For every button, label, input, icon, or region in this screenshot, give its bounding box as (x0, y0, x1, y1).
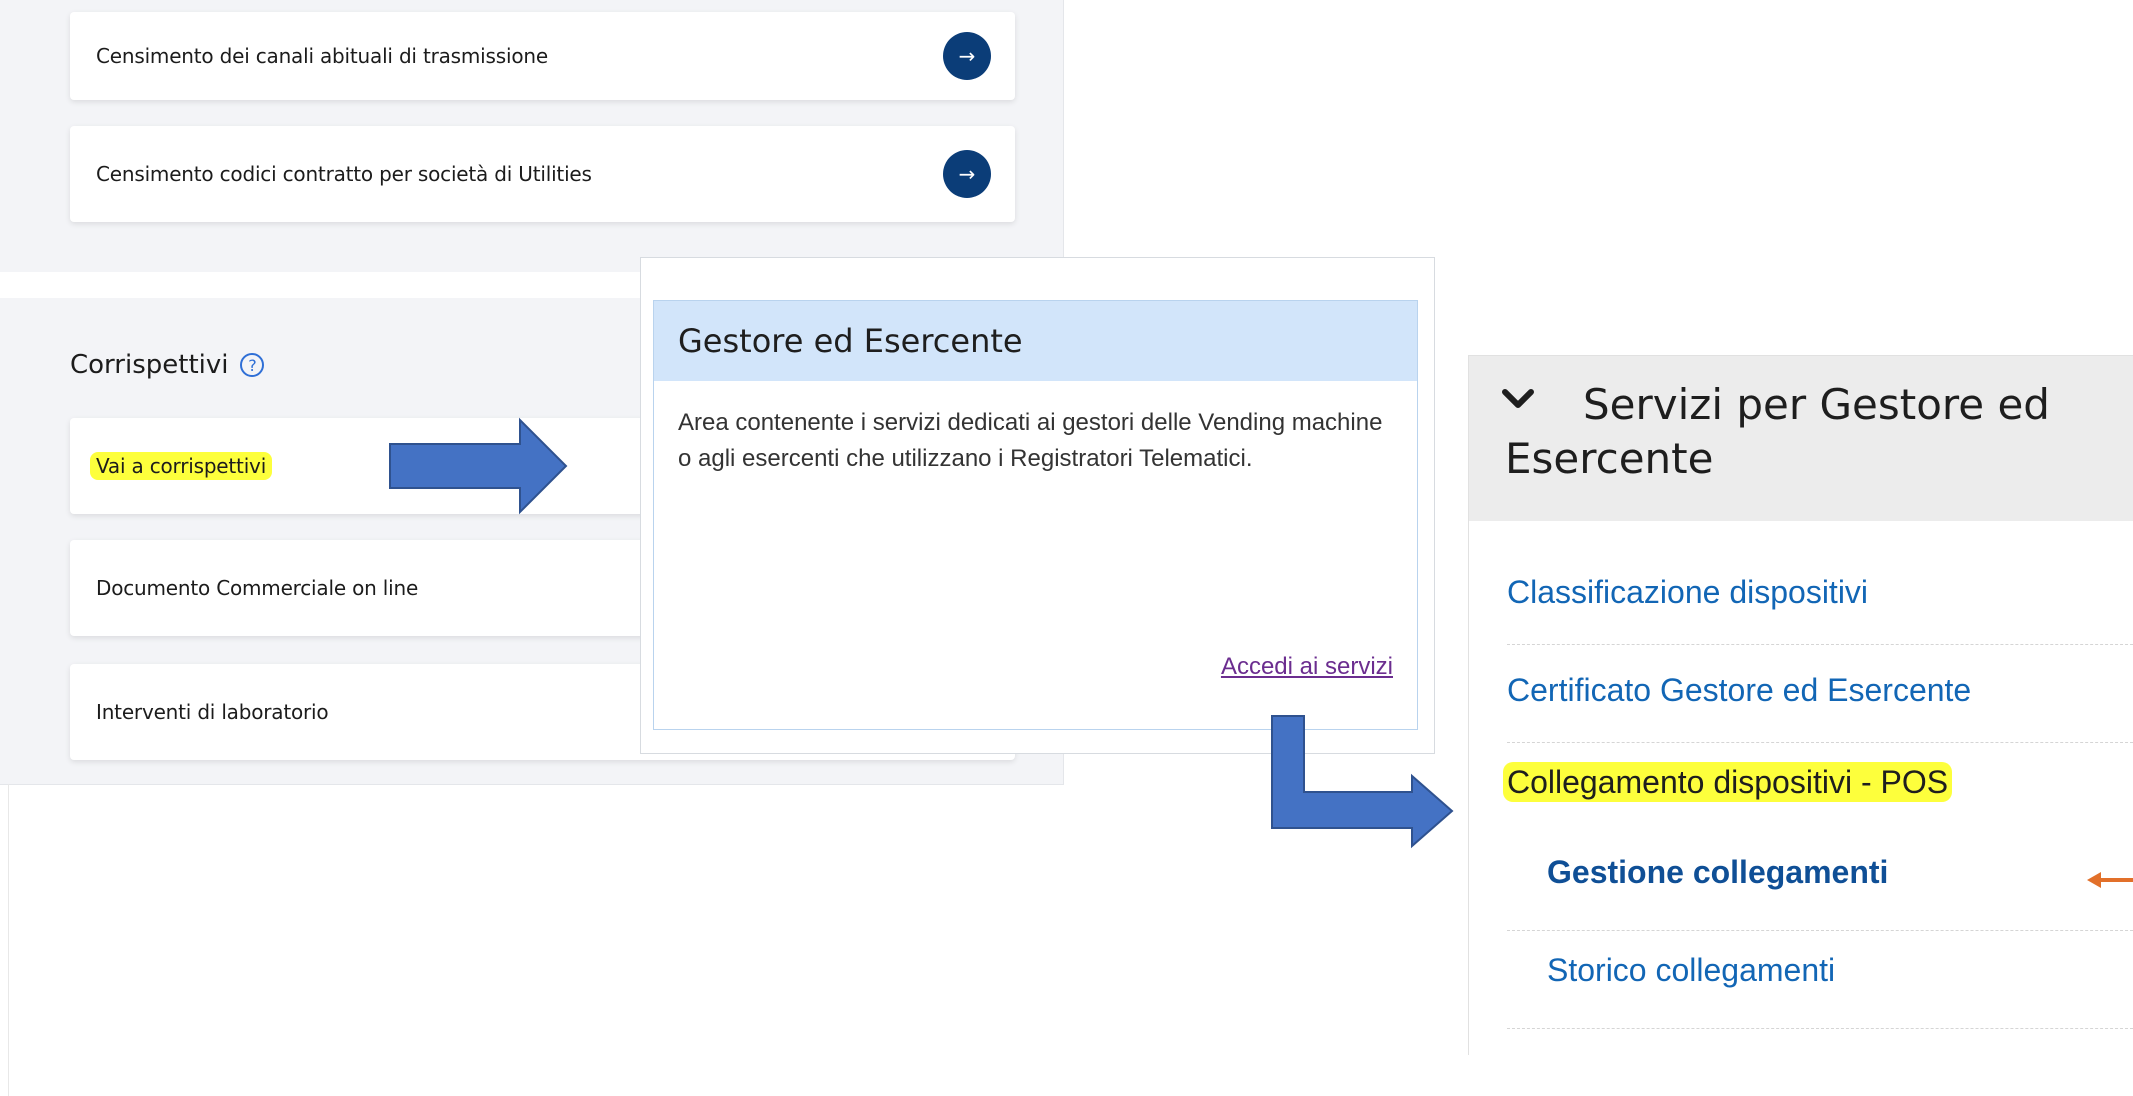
orange-arrow-icon (2087, 872, 2133, 888)
annotation-arrow-elbow (1271, 715, 1454, 849)
annotation-arrow-right (389, 417, 568, 515)
annotation-arrows-layer (389, 417, 1454, 849)
